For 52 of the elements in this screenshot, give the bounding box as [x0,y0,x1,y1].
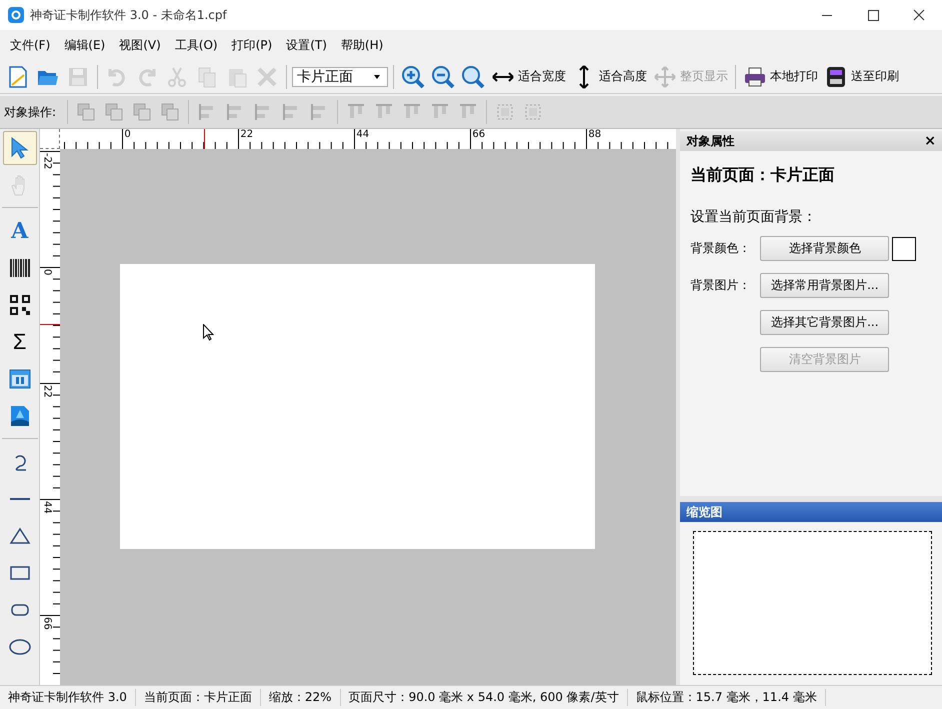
cursor-icon [203,324,214,341]
fit-width-button[interactable]: 适合宽度 [489,62,568,90]
page-dropdown[interactable]: 卡片正面 [292,66,388,86]
ruler-label: 66 [41,617,52,630]
card-canvas[interactable] [120,264,596,549]
caret-icon [373,74,381,80]
field-label: 背景颜色： [690,241,750,255]
ruler-label: 22 [240,129,254,140]
menu-item[interactable]: 帮助(H) [334,34,390,56]
section-label: 设置当前页面背景： [690,208,818,226]
whole-page-icon [653,64,677,88]
color-swatch[interactable] [892,236,916,260]
close-icon[interactable]: × [924,133,936,149]
ruler-label: 44 [356,129,370,140]
print-button[interactable]: 本地打印 [741,62,820,90]
background-button[interactable]: 选择其它背景图片... [760,310,890,335]
menu-item[interactable]: 设置(T) [280,34,333,56]
send-button[interactable]: 送至印刷 [822,62,901,90]
qrcode-icon [8,293,32,317]
status-text: 缩放：22% [260,689,341,706]
status-text: 神奇证卡制作软件 3.0 [0,689,136,706]
ruler-label: 22 [41,385,52,398]
menu-item[interactable]: 文件(F) [4,34,56,56]
background-button[interactable]: 选择背景颜色 [760,236,890,261]
menu-item[interactable]: 视图(V) [113,34,167,56]
ruler-label: -22 [41,153,52,170]
app-icon [8,7,24,23]
window-title: 神奇证卡制作软件 3.0 - 未命名1.cpf [30,6,228,24]
field-label: 背景图片： [690,278,750,292]
page-heading: 当前页面：卡片正面 [690,165,836,186]
barcode-icon [8,256,32,280]
menu-item[interactable]: 打印(P) [226,34,278,56]
background-button[interactable]: 选择常用背景图片... [760,273,890,298]
line-icon [10,498,30,500]
text-tool[interactable]: A [2,214,37,248]
print-icon [743,64,767,88]
ruler-label: 44 [41,501,52,514]
ruler-label: 66 [472,129,486,140]
formula-tool[interactable]: Σ [2,325,37,359]
fit-height-button[interactable]: 适合高度 [570,62,649,90]
toolbar-label: 对象操作: [4,104,56,120]
status-text: 当前页面：卡片正面 [136,689,261,706]
ruler-label: 0 [41,269,52,276]
status-text: 鼠标位置：15.7 毫米，11.4 毫米 [628,689,826,706]
ruler-label: 88 [588,129,602,140]
panel-title: 对象属性 [686,132,734,150]
panel-title: 缩览图 [680,502,942,522]
status-text: 页面尺寸：90.0 毫米 x 54.0 毫米, 600 像素/英寸 [340,689,628,706]
menu-item[interactable]: 编辑(E) [58,34,112,56]
pointer-tool[interactable] [2,131,37,165]
ruler-label: 0 [124,129,131,140]
menu-item[interactable]: 工具(O) [168,34,224,56]
